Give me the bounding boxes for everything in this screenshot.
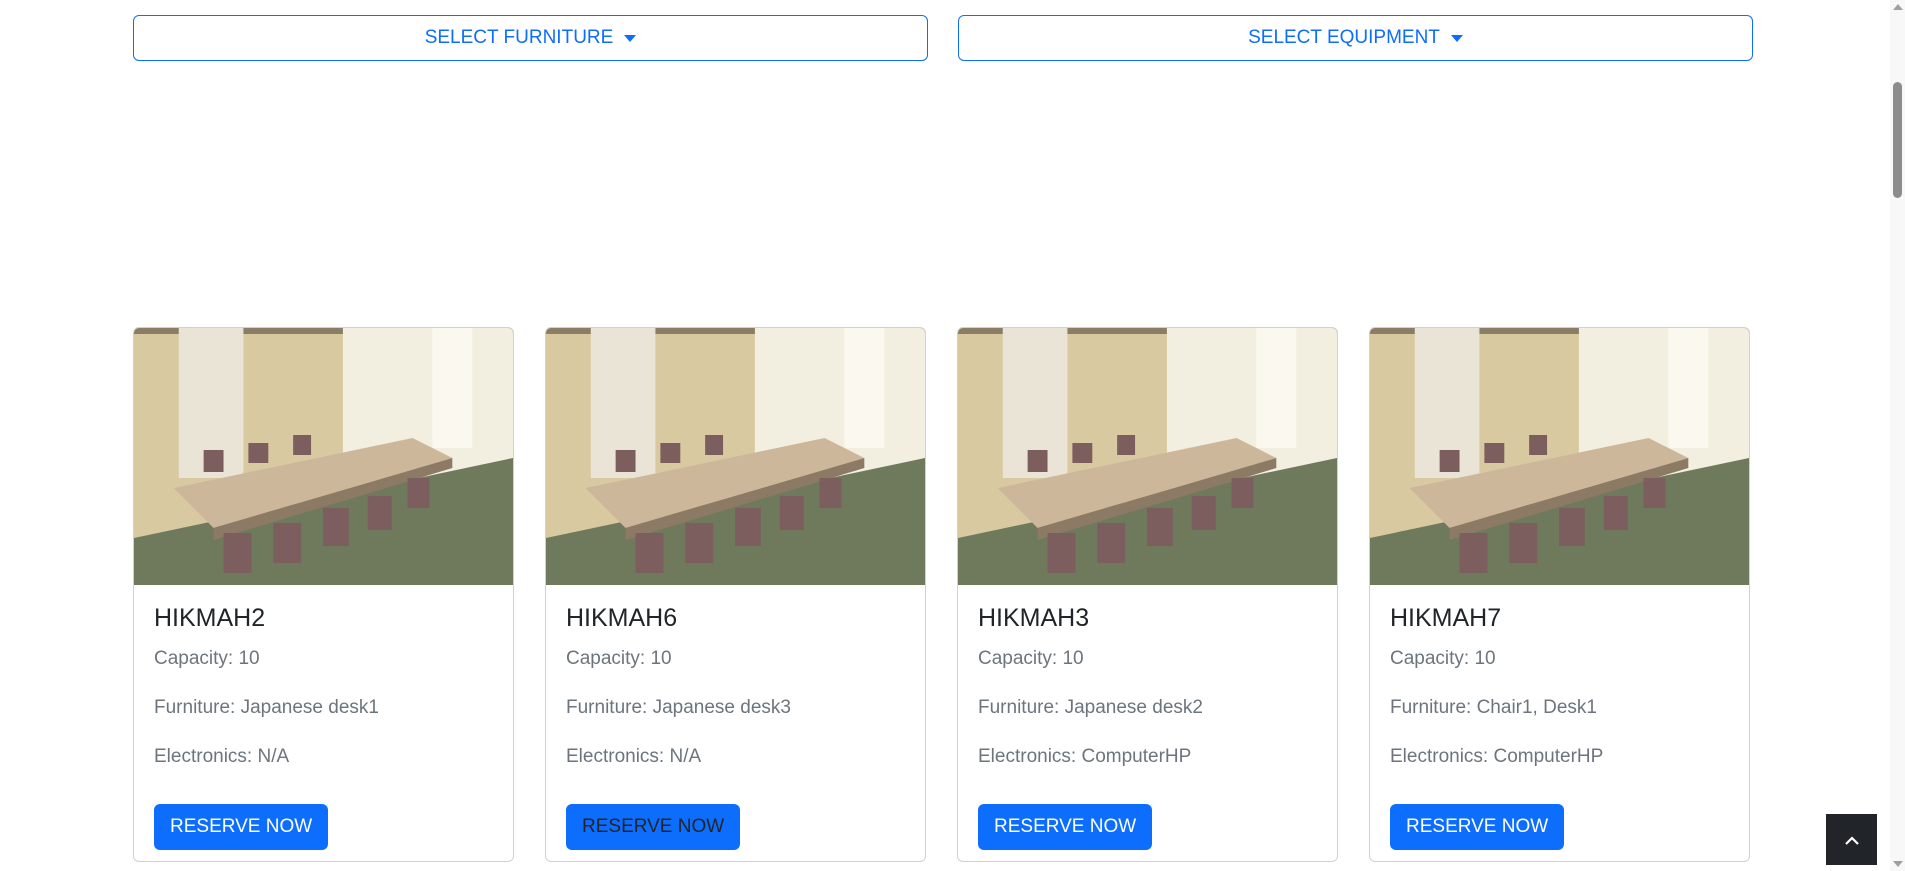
room-photo bbox=[958, 328, 1337, 585]
reserve-now-button[interactable]: RESERVE NOW bbox=[566, 804, 741, 851]
room-furniture: Furniture: Japanese desk2 bbox=[978, 696, 1203, 718]
room-name: HIKMAH6 bbox=[566, 604, 678, 632]
select-furniture-label: SELECT FURNITURE bbox=[424, 27, 614, 48]
room-name: HIKMAH7 bbox=[1390, 604, 1502, 632]
room-electronics: Electronics: N/A bbox=[566, 745, 702, 767]
room-electronics: Electronics: ComputerHP bbox=[1390, 745, 1604, 767]
room-photo bbox=[1370, 328, 1749, 585]
room-electronics: Electronics: ComputerHP bbox=[978, 745, 1192, 767]
vertical-scrollbar[interactable] bbox=[1890, 0, 1905, 871]
room-card: HIKMAH6 Capacity: 10 Furniture: Japanese… bbox=[545, 327, 926, 862]
reserve-now-button[interactable]: RESERVE NOW bbox=[154, 804, 329, 851]
reserve-now-button[interactable]: RESERVE NOW bbox=[978, 804, 1153, 851]
room-card: HIKMAH7 Capacity: 10 Furniture: Chair1, … bbox=[1369, 327, 1750, 862]
room-furniture: Furniture: Japanese desk1 bbox=[154, 696, 379, 718]
room-photo bbox=[546, 328, 925, 585]
room-card-body: HIKMAH3 Capacity: 10 Furniture: Japanese… bbox=[958, 585, 1337, 851]
room-card-body: HIKMAH6 Capacity: 10 Furniture: Japanese… bbox=[546, 585, 925, 851]
page: SELECT FURNITURE SELECT EQUIPMENT HIKMAH… bbox=[0, 0, 1905, 871]
room-card-list: HIKMAH2 Capacity: 10 Furniture: Japanese… bbox=[133, 327, 1753, 862]
scrollbar-thumb[interactable] bbox=[1893, 82, 1902, 198]
room-capacity: Capacity: 10 bbox=[154, 648, 260, 669]
room-photo bbox=[134, 328, 513, 585]
select-equipment-dropdown[interactable]: SELECT EQUIPMENT bbox=[958, 15, 1753, 61]
reserve-now-button[interactable]: RESERVE NOW bbox=[1390, 804, 1565, 851]
room-card-body: HIKMAH2 Capacity: 10 Furniture: Japanese… bbox=[134, 585, 513, 851]
room-furniture: Furniture: Japanese desk3 bbox=[566, 696, 791, 718]
caret-down-icon bbox=[1450, 34, 1463, 42]
room-card: HIKMAH2 Capacity: 10 Furniture: Japanese… bbox=[133, 327, 514, 862]
scroll-up-arrow-icon[interactable] bbox=[1893, 4, 1903, 10]
chevron-up-icon bbox=[1844, 835, 1859, 845]
caret-down-icon bbox=[624, 34, 637, 42]
room-capacity: Capacity: 10 bbox=[1390, 648, 1496, 669]
room-card: HIKMAH3 Capacity: 10 Furniture: Japanese… bbox=[957, 327, 1338, 862]
select-furniture-dropdown[interactable]: SELECT FURNITURE bbox=[133, 15, 928, 61]
room-electronics: Electronics: N/A bbox=[154, 745, 290, 767]
select-equipment-label: SELECT EQUIPMENT bbox=[1248, 27, 1440, 48]
scroll-down-arrow-icon[interactable] bbox=[1893, 861, 1903, 867]
room-capacity: Capacity: 10 bbox=[566, 648, 672, 669]
room-capacity: Capacity: 10 bbox=[978, 648, 1084, 669]
back-to-top-button[interactable] bbox=[1826, 814, 1877, 865]
room-name: HIKMAH2 bbox=[154, 604, 266, 632]
room-name: HIKMAH3 bbox=[978, 604, 1090, 632]
room-card-body: HIKMAH7 Capacity: 10 Furniture: Chair1, … bbox=[1370, 585, 1749, 851]
room-furniture: Furniture: Chair1, Desk1 bbox=[1390, 696, 1597, 718]
